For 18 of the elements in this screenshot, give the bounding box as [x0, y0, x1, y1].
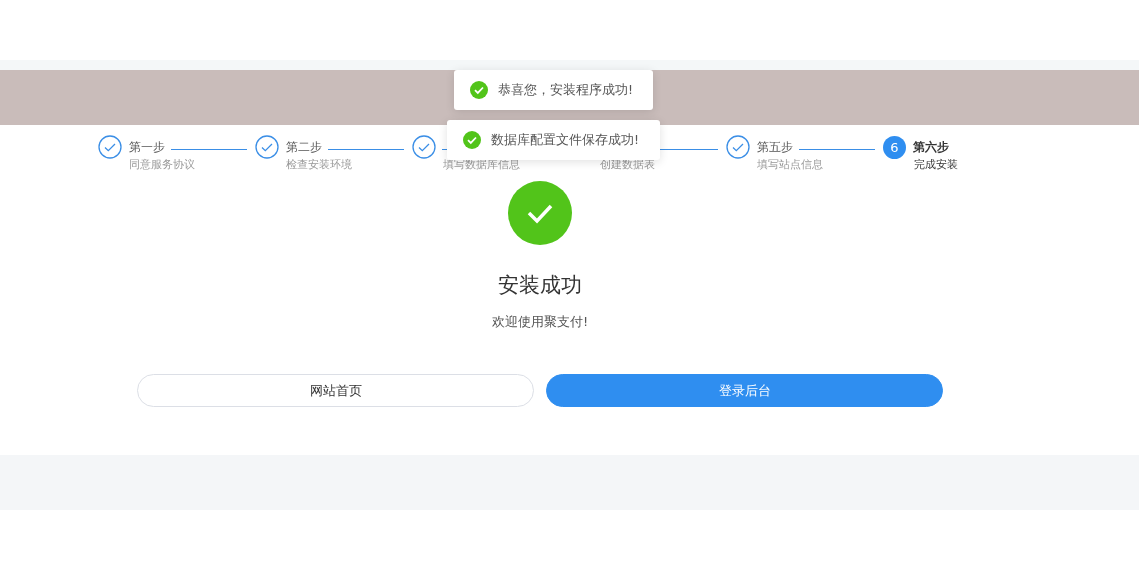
- success-check-icon: [508, 181, 572, 245]
- step-title: 第五步: [757, 138, 793, 156]
- toast-text: 数据库配置文件保存成功!: [491, 131, 639, 149]
- step-description: 创建数据表: [600, 157, 656, 172]
- step-description: 同意服务协议: [129, 157, 196, 172]
- step-description: 完成安装: [914, 157, 959, 172]
- step-number: 6: [883, 135, 906, 159]
- success-icon: [463, 131, 481, 149]
- step-title: 第六步: [913, 138, 949, 156]
- result-message: 欢迎使用聚支付!: [491, 313, 589, 331]
- toast-text: 恭喜您，安装程序成功!: [498, 81, 633, 99]
- result-title: 安装成功: [498, 272, 582, 299]
- home-button[interactable]: 网站首页: [137, 374, 534, 407]
- step-description: 填写站点信息: [757, 157, 824, 172]
- step-description: 检查安装环境: [286, 157, 353, 172]
- step-title: 第二步: [286, 138, 322, 156]
- step-title: 第一步: [129, 138, 165, 156]
- success-icon: [470, 81, 488, 99]
